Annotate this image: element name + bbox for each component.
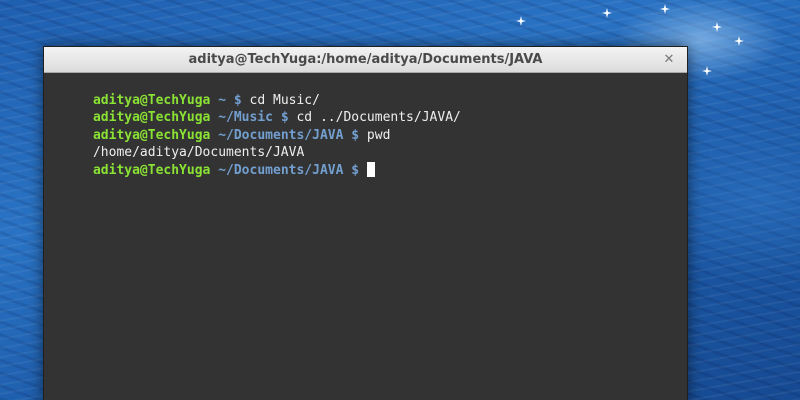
prompt-path: ~ $ — [210, 92, 242, 108]
sparkle-icon — [702, 66, 712, 76]
terminal-window[interactable]: aditya@TechYuga:/home/aditya/Documents/J… — [43, 46, 688, 400]
prompt-path: ~/Documents/JAVA $ — [210, 162, 360, 178]
close-icon[interactable]: ✕ — [661, 52, 677, 68]
prompt-user: aditya@TechYuga — [92, 92, 211, 108]
command-text[interactable] — [359, 163, 367, 178]
sparkle-icon — [734, 36, 744, 46]
sparkle-icon — [602, 8, 612, 18]
sparkle-icon — [516, 16, 526, 26]
sparkle-icon — [712, 22, 722, 32]
window-title: aditya@TechYuga:/home/aditya/Documents/J… — [188, 52, 543, 67]
prompt-user: aditya@TechYuga — [92, 110, 211, 125]
command-text: pwd — [359, 127, 391, 143]
prompt-path: ~/Music $ — [210, 110, 289, 125]
window-titlebar[interactable]: aditya@TechYuga:/home/aditya/Documents/J… — [44, 47, 687, 73]
command-text: cd Music/ — [241, 92, 320, 108]
prompt-path: ~/Documents/JAVA $ — [210, 127, 360, 143]
command-output: /home/aditya/Documents/JAVA — [92, 145, 305, 160]
text-cursor — [366, 161, 375, 177]
prompt-user: aditya@TechYuga — [92, 162, 211, 178]
prompt-user: aditya@TechYuga — [92, 127, 211, 143]
terminal-line: aditya@TechYuga ~ $ cd Music/ — [46, 74, 685, 108]
sparkle-icon — [660, 4, 670, 14]
terminal-content[interactable]: aditya@TechYuga ~ $ cd Music/ aditya@Tec… — [44, 74, 687, 400]
command-text: cd ../Documents/JAVA/ — [288, 110, 461, 125]
